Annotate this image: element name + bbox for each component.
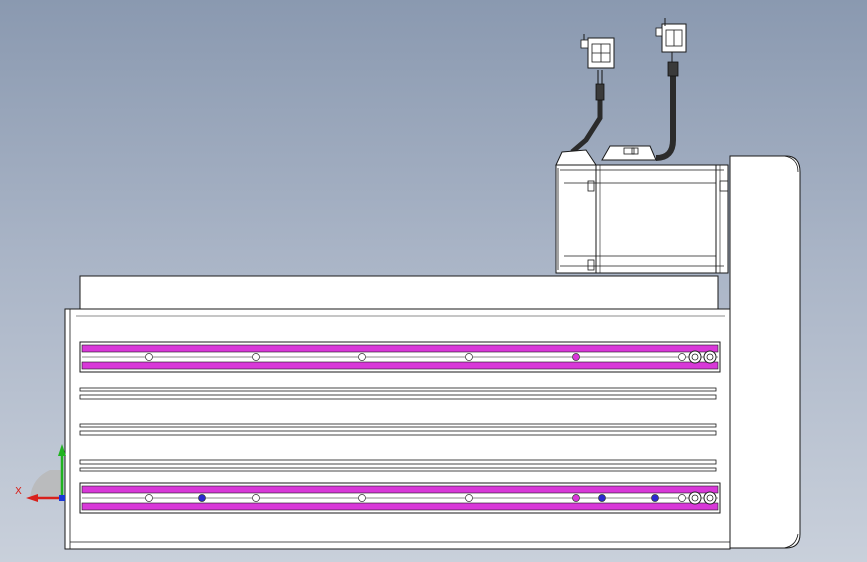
linear-actuator-model[interactable] [0, 0, 867, 562]
encoder-connector[interactable] [655, 18, 687, 62]
mounting-hole [358, 494, 366, 502]
end-cap[interactable] [729, 155, 801, 549]
mounting-hole [678, 353, 686, 361]
mounting-hole [198, 494, 206, 502]
servo-motor[interactable] [555, 18, 729, 274]
z-axis-marker [59, 495, 65, 501]
mounting-hole [358, 353, 366, 361]
power-connector[interactable] [580, 34, 615, 69]
mounting-hole [465, 494, 473, 502]
mounting-hole [145, 494, 153, 502]
x-axis-label: X [15, 486, 22, 497]
mounting-hole [572, 494, 580, 502]
mounting-hole [572, 353, 580, 361]
mounting-hole [465, 353, 473, 361]
mounting-hole [678, 494, 686, 502]
t-slot-rail-bottom[interactable] [79, 482, 721, 514]
t-slot-rail-top[interactable] [79, 341, 721, 373]
mounting-hole [598, 494, 606, 502]
cad-viewport[interactable]: X [0, 0, 867, 562]
coordinate-triad [26, 444, 66, 502]
encoder-cable[interactable] [655, 61, 679, 161]
mounting-hole [252, 494, 260, 502]
mounting-hole [252, 353, 260, 361]
mounting-hole [145, 353, 153, 361]
carriage-plate[interactable] [79, 275, 719, 310]
mounting-hole [651, 494, 659, 502]
power-cable[interactable] [570, 70, 605, 154]
